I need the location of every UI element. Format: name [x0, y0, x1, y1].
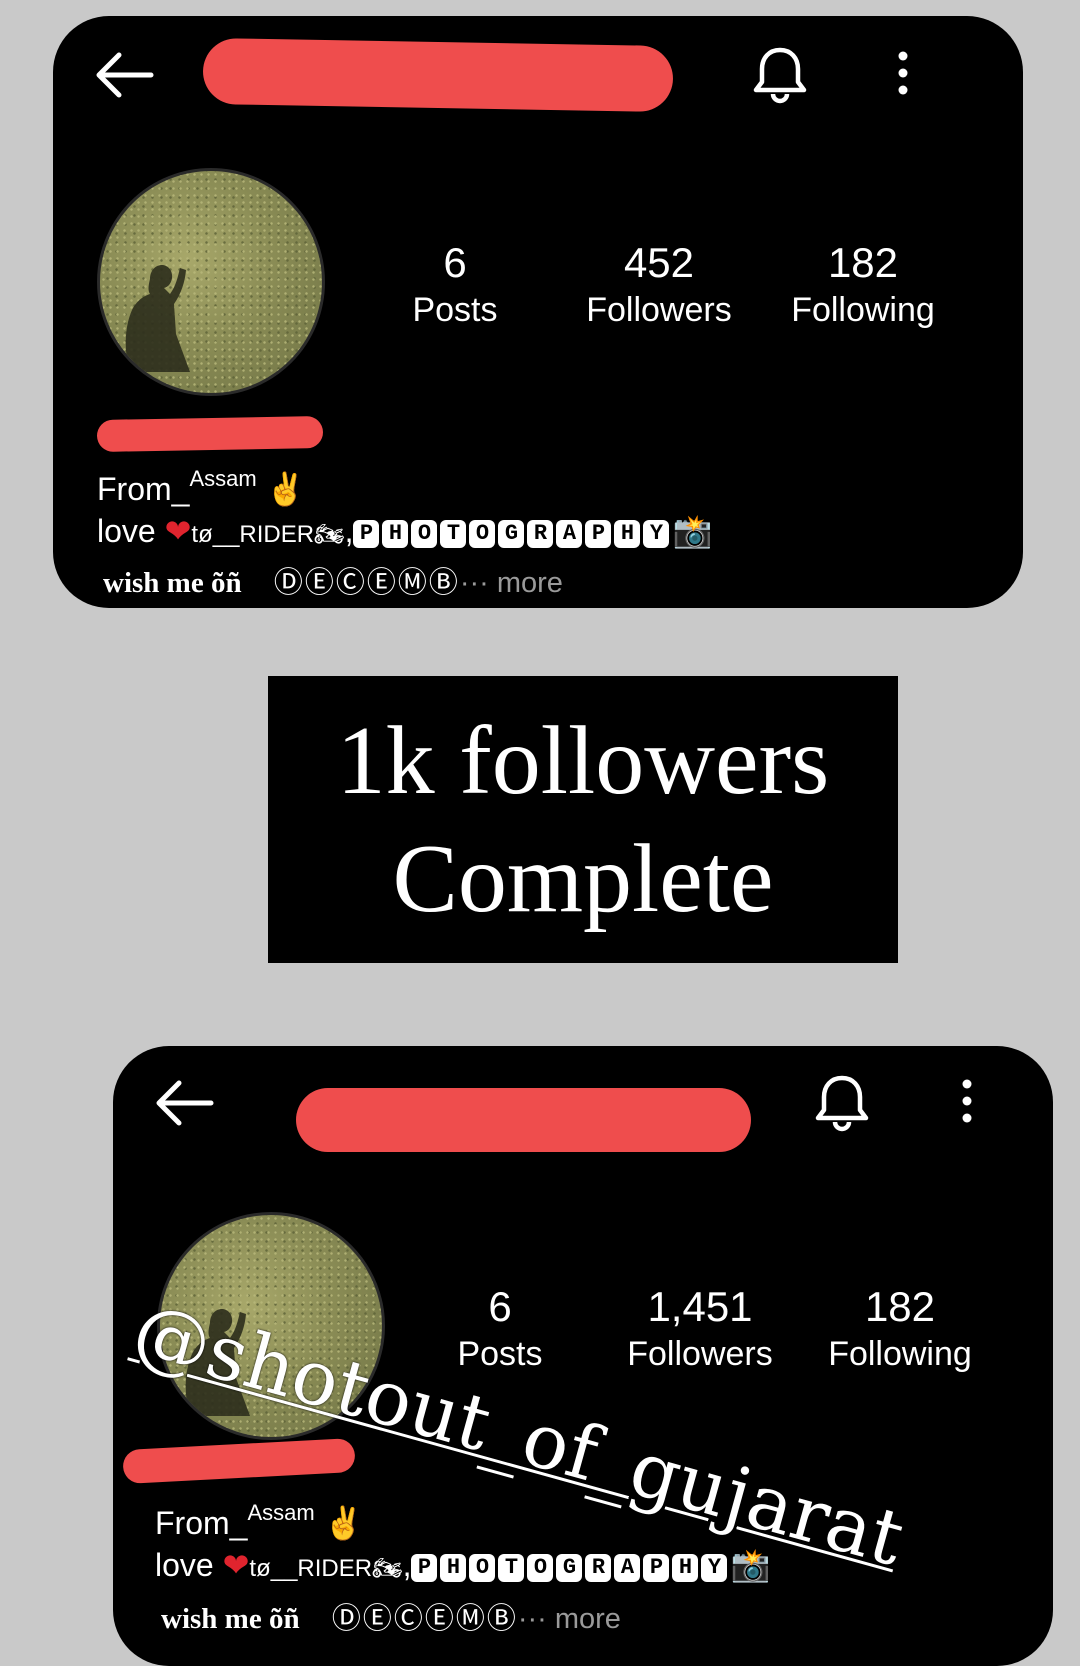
boxed-letter: O — [411, 519, 438, 548]
heart-icon: ❤ — [222, 1547, 250, 1583]
bio-love: love ❤tø__RIDER🏍, P H O T O G R A P H Y 📸 — [155, 1540, 770, 1594]
bio-from-prefix: From_ — [155, 1505, 248, 1541]
stat-following[interactable]: 182 Following — [773, 238, 953, 332]
boxed-letter: P — [643, 1553, 670, 1582]
posts-count: 6 — [488, 1283, 512, 1330]
bio-wish: wish me õñ ⒹⒺⒸⒺⓂⒷ··· more — [103, 558, 563, 608]
followers-label: Followers — [627, 1335, 773, 1373]
bio-rider-text: tø__RIDER — [249, 1555, 373, 1582]
boxed-letter: Y — [643, 519, 670, 548]
bio-comma: , — [402, 1547, 412, 1583]
stat-posts[interactable]: 6 Posts — [365, 238, 545, 332]
boxed-letter: G — [498, 519, 525, 548]
redacted-name — [122, 1437, 356, 1485]
boxed-letter: P — [585, 519, 612, 548]
boxed-letter: A — [556, 519, 583, 548]
following-label: Following — [791, 291, 935, 329]
more-link[interactable]: ··· more — [460, 567, 563, 599]
motorcycle-icon: 🏍 — [372, 1555, 403, 1582]
bio-wish: wish me õñ ⒹⒺⒸⒺⓂⒷ··· more — [161, 1594, 621, 1644]
victory-icon: ✌️ — [265, 471, 306, 507]
boxed-letter: G — [556, 1553, 583, 1582]
bio-love-text: love — [97, 513, 165, 549]
more-link[interactable]: ··· more — [518, 1603, 621, 1635]
bio-from: From_Assam ✌️ — [97, 454, 305, 514]
bio-photography: PHOTOGRAPHY — [353, 506, 672, 556]
bio-from-place: Assam — [189, 466, 257, 491]
banner-line-2: Complete — [392, 824, 774, 933]
following-count: 182 — [827, 239, 899, 286]
motorcycle-icon: 🏍 — [314, 521, 345, 548]
boxed-letter: T — [440, 519, 467, 548]
followers-count: 1,451 — [647, 1283, 753, 1330]
redacted-username — [202, 37, 674, 113]
bell-icon[interactable] — [751, 44, 809, 104]
followers-label: Followers — [586, 291, 732, 329]
posts-count: 6 — [443, 239, 467, 286]
bio-love-text: love — [155, 1547, 223, 1583]
boxed-letter: A — [614, 1553, 641, 1582]
more-vertical-icon[interactable] — [959, 1078, 975, 1124]
boxed-letter: H — [614, 519, 641, 548]
more-vertical-icon[interactable] — [895, 50, 911, 96]
redacted-name — [96, 416, 324, 452]
following-count: 182 — [864, 1283, 936, 1330]
boxed-letter: O — [527, 1553, 554, 1582]
bio-december-text: ⒹⒺⒸⒺⓂⒷ — [331, 1603, 518, 1635]
boxed-letter: H — [440, 1553, 467, 1582]
boxed-letter: H — [672, 1553, 699, 1582]
camera-icon: 📸 — [730, 1547, 771, 1583]
bio-december-text: ⒹⒺⒸⒺⓂⒷ — [273, 567, 460, 599]
back-arrow-icon[interactable] — [153, 1078, 215, 1128]
bio-photography: PHOTOGRAPHY — [411, 1540, 730, 1590]
bio-from-prefix: From_ — [97, 471, 190, 507]
heart-icon: ❤ — [164, 513, 192, 549]
following-label: Following — [828, 1335, 972, 1373]
stat-followers[interactable]: 452 Followers — [569, 238, 749, 332]
boxed-letter: H — [382, 519, 409, 548]
bio-wish-text: wish me õñ — [103, 567, 242, 599]
bio-from-place: Assam — [247, 1500, 315, 1525]
boxed-letter: O — [469, 519, 496, 548]
stat-posts[interactable]: 6 Posts — [410, 1282, 590, 1376]
boxed-letter: P — [411, 1553, 438, 1582]
bio-wish-text: wish me õñ — [161, 1603, 300, 1635]
stat-followers[interactable]: 1,451 Followers — [610, 1282, 790, 1376]
boxed-letter: R — [527, 519, 554, 548]
bio-comma: , — [344, 513, 354, 549]
bio-love: love ❤tø__RIDER🏍, P H O T O G R A P H Y 📸 — [97, 506, 712, 560]
banner-line-1: 1k followers — [336, 706, 830, 815]
redacted-username — [296, 1088, 751, 1152]
avatar[interactable] — [97, 168, 325, 396]
boxed-letter: R — [585, 1553, 612, 1582]
bell-icon[interactable] — [813, 1072, 871, 1132]
profile-card-before: 6 Posts 452 Followers 182 Following From… — [53, 16, 1023, 608]
stat-following[interactable]: 182 Following — [810, 1282, 990, 1376]
boxed-letter: P — [353, 519, 380, 548]
milestone-banner: 1k followers Complete — [268, 676, 898, 963]
boxed-letter: Y — [701, 1553, 728, 1582]
back-arrow-icon[interactable] — [93, 50, 155, 100]
boxed-letter: T — [498, 1553, 525, 1582]
bio-rider-text: tø__RIDER — [191, 521, 315, 548]
camera-icon: 📸 — [672, 513, 713, 549]
posts-label: Posts — [412, 291, 498, 329]
boxed-letter: O — [469, 1553, 496, 1582]
followers-count: 452 — [623, 239, 695, 286]
bio-from: From_Assam ✌️ — [155, 1488, 363, 1548]
victory-icon: ✌️ — [323, 1505, 364, 1541]
person-shadow-icon — [125, 265, 190, 372]
